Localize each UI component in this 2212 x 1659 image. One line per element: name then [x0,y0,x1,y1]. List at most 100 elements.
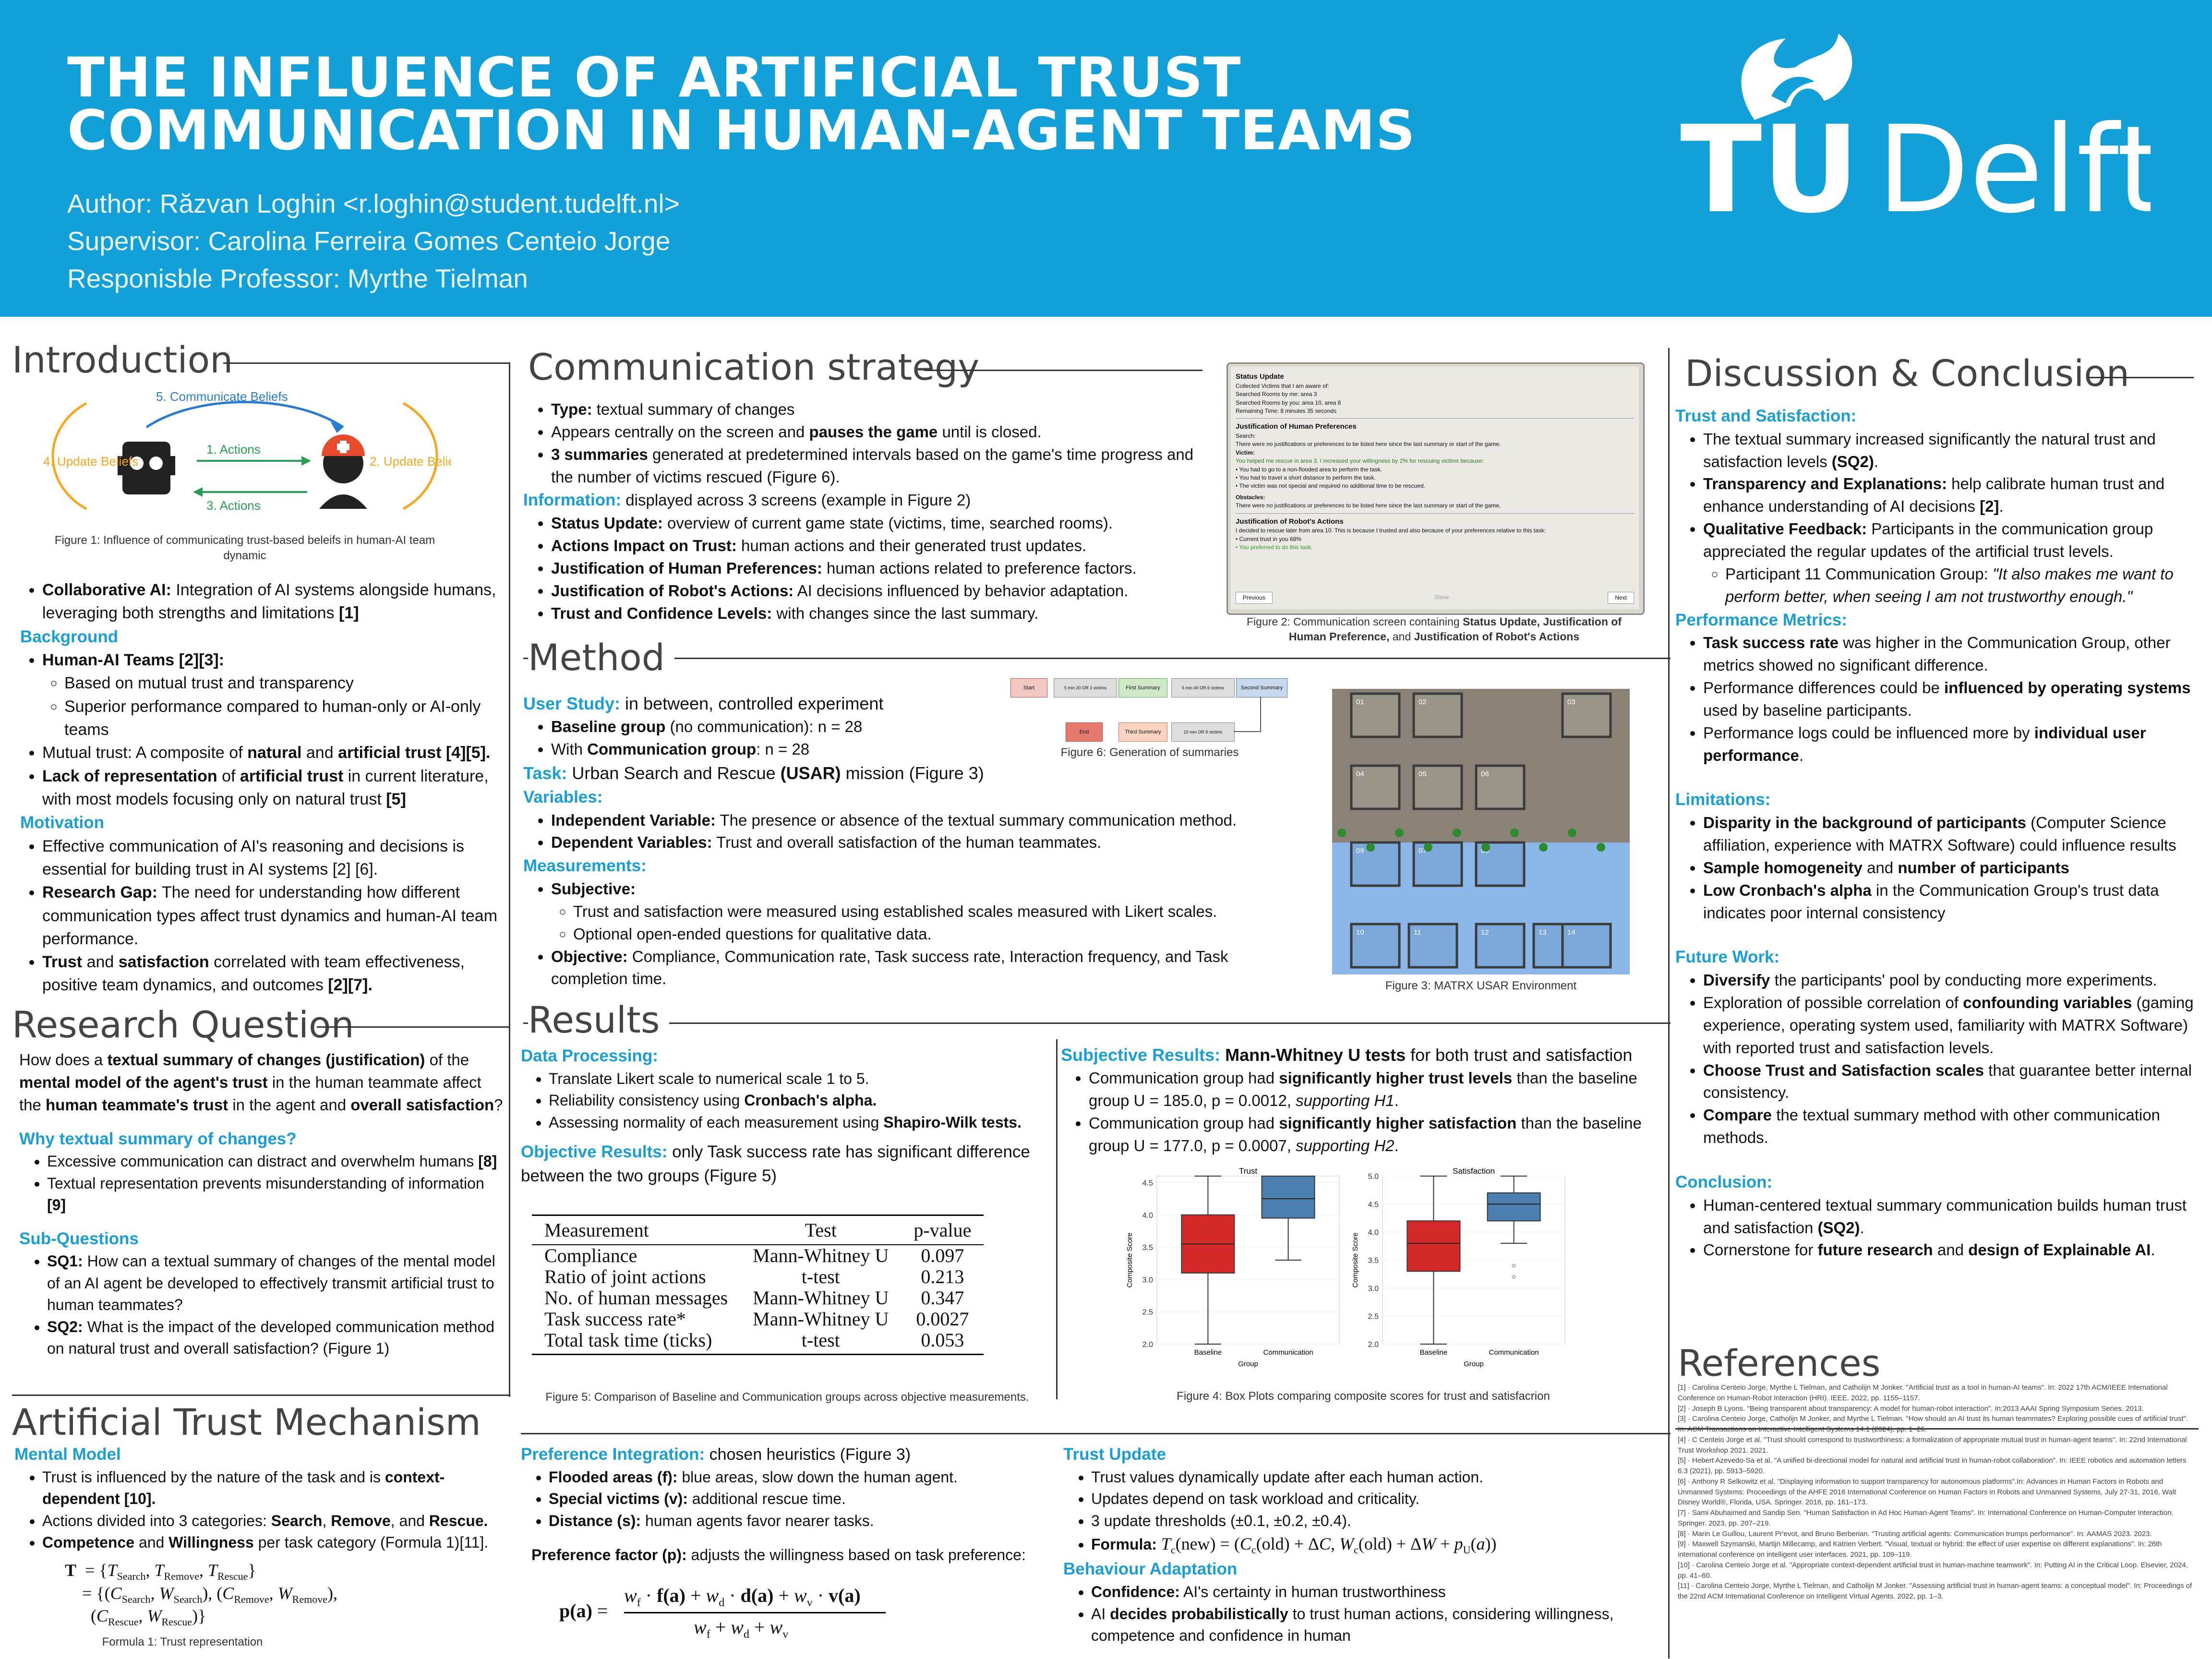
map-tree [1597,843,1605,852]
fig1-label-update-right: 2. Update Beliefs [370,454,451,469]
figure6-summary-flow: Start 5 min 20 OR 3 victims First Summar… [1010,674,1289,756]
box [1487,1192,1541,1222]
bg-bullet-mutual: Mutual trust: A composite of natural and… [42,741,499,764]
introduction-body: Collaborative AI: Integration of AI syst… [14,578,499,997]
section-atm-heading: Artificial Trust Mechanism [12,1401,481,1443]
mot-bullet-3: Trust and satisfaction correlated with t… [42,950,499,997]
map-room-label: 01 [1356,698,1364,706]
section-results-heading: Results [528,998,670,1041]
table-row: Task success rate* Mann-Whitney U 0.0027 [532,1309,984,1330]
map-tree [1424,843,1432,852]
task-line: Task: Urban Search and Rescue (USAR) mis… [523,763,984,783]
figure4-caption: Figure 4: Box Plots comparing composite … [1177,1390,1550,1403]
fig1-label-update-left: 4. Update Beliefs [43,454,138,469]
figure3-caption: Figure 3: MATRX USAR Environment [1385,979,1577,992]
reference-item: [2] · Joseph B Lyons. "Being transparent… [1678,1404,2144,1413]
divider [1056,1039,1058,1399]
mot-bullet-2: Research Gap: The need for understanding… [42,881,499,950]
professor: Responisble Professor: Myrthe Tielman [67,264,528,293]
reference-item: [6] · Anthony R Selkowitz et al. "Displa… [1678,1477,2176,1507]
map-tree [1539,843,1548,852]
y-tick-label: 4.0 [1142,1212,1153,1220]
map-room-label: 03 [1567,698,1575,706]
y-tick-label: 2.0 [1142,1341,1153,1349]
map-tree [1568,829,1576,837]
limitations-subheading: Limitations: [1675,790,1771,809]
table-header: p-value [901,1214,984,1245]
reference-item: [1] · Carolina Centeio Jorge, Myrthe L T… [1678,1383,2168,1402]
reference-item: [4] · C Centeio Jorge et al. "Trust shou… [1678,1435,2187,1455]
preference-formula: p(a) = wf · f(a) + wd · d(a) + wv · v(a)… [559,1584,895,1647]
discussion-body: Trust and Satisfaction: The textual summ… [1675,404,2199,1262]
divider [523,1022,1671,1024]
x-tick-label: Communication [1489,1348,1539,1357]
table-header: Test [740,1214,902,1245]
objective-results-table: Measurement Test p-value Compliance Mann-Whi… [532,1214,984,1355]
divider [523,658,1671,659]
table-cell: Compliance [544,1245,637,1266]
performance-subheading: Performance Metrics: [1675,610,1847,629]
x-tick-label: Communication [1263,1348,1313,1357]
reference-item: [11] · Carolina Centeio Jorge, Myrthe L … [1678,1582,2192,1600]
svg-text:Delft: Delft [1877,100,2151,226]
map-room-label: 10 [1356,928,1364,937]
y-tick-label: 3.0 [1368,1285,1379,1293]
reference-item: [3] · Carolina Centeio Jorge, Catholijn … [1678,1415,2188,1433]
formula1: T = {TSearch, TRemove, TRescue} = {(CSea… [65,1561,337,1628]
formula1-caption: Formula 1: Trust representation [102,1635,263,1648]
section-communication-heading: Communication strategy [528,346,980,388]
why-bullet-1: Excessive communication can distract and… [47,1151,504,1172]
comm-pause: Appears centrally on the screen and paus… [551,421,1205,444]
trust-satisfaction-subheading: Trust and Satisfaction: [1675,407,1857,425]
table-row: Total task time (ticks) t-test 0.053 [532,1330,984,1355]
figure1-caption: Figure 1: Influence of communicating tru… [54,534,435,563]
section-references-heading: References [1678,1342,1881,1384]
chart-title: Satisfaction [1453,1166,1495,1176]
fig1-label-actions-bottom: 3. Actions [206,498,261,513]
figure2-caption: Figure 2: Communication screen containin… [1247,615,1622,643]
y-tick-label: 4.5 [1368,1201,1379,1209]
map-room-label: 06 [1481,770,1489,778]
figure5-caption: Figure 5: Comparison of Baseline and Com… [545,1391,1029,1404]
data-processing-subheading: Data Processing: [521,1046,658,1065]
map-tree [1481,843,1490,852]
research-question-body: How does a textual summary of changes (j… [19,1049,504,1359]
table-cell: No. of human messages [544,1287,728,1309]
box [1261,1176,1315,1219]
table-cell: Mann-Whitney U [753,1245,889,1266]
map-room-label: 05 [1419,770,1427,778]
y-tick-label: 3.5 [1368,1257,1379,1265]
comm-summaries: 3 summaries generated at predetermined i… [551,444,1205,489]
chart-title: Trust [1239,1166,1257,1176]
supervisor: Supervisor: Carolina Ferreira Gomes Cent… [67,226,671,256]
background-subheading: Background [20,627,119,646]
y-tick-label: 3.0 [1142,1276,1153,1284]
y-tick-label: 2.5 [1142,1309,1153,1317]
table-cell: Mann-Whitney U [753,1308,889,1330]
map-tree [1395,829,1404,837]
divider [12,1395,509,1396]
map-room-label: 14 [1567,928,1575,937]
poster-title-line2: COMMUNICATION IN HUMAN-AGENT TEAMS [67,98,1416,162]
map-room-label: 02 [1419,698,1427,706]
results-left-body: Data Processing: Translate Likert scale … [521,1044,1054,1188]
y-tick-label: 2.0 [1368,1341,1379,1349]
divider [317,1026,509,1028]
table-cell: 0.053 [901,1330,984,1355]
reference-item: [9] · Maxwell Szymanski, Martijn Milleca… [1678,1540,2162,1559]
trust-update-subheading: Trust Update [1063,1445,1166,1464]
intro-bullet-collab: Collaborative AI: Integration of AI syst… [42,578,499,625]
bg-bullet-teams: Human-AI Teams [2][3]: Based on mutual t… [42,649,499,741]
fig2-previous-button: Previous [1236,592,1273,604]
divider [2088,377,2194,378]
map-room-label: 12 [1481,928,1489,937]
comm-type: Type: textual summary of changes [551,398,1205,421]
x-axis-label: Group [1464,1360,1484,1368]
table-cell: t-test [740,1330,902,1355]
research-question-text: How does a textual summary of changes (j… [19,1051,503,1114]
figure1-trust-cycle: 5. Communicate Beliefs 1. Actions 3. Act… [43,389,451,513]
atm-preference: Preference Integration: chosen heuristic… [521,1443,1039,1566]
map-room-label: 04 [1356,770,1364,778]
table-row: Ratio of joint actions t-test 0.213 [532,1266,984,1287]
x-tick-label: Baseline [1194,1348,1222,1357]
